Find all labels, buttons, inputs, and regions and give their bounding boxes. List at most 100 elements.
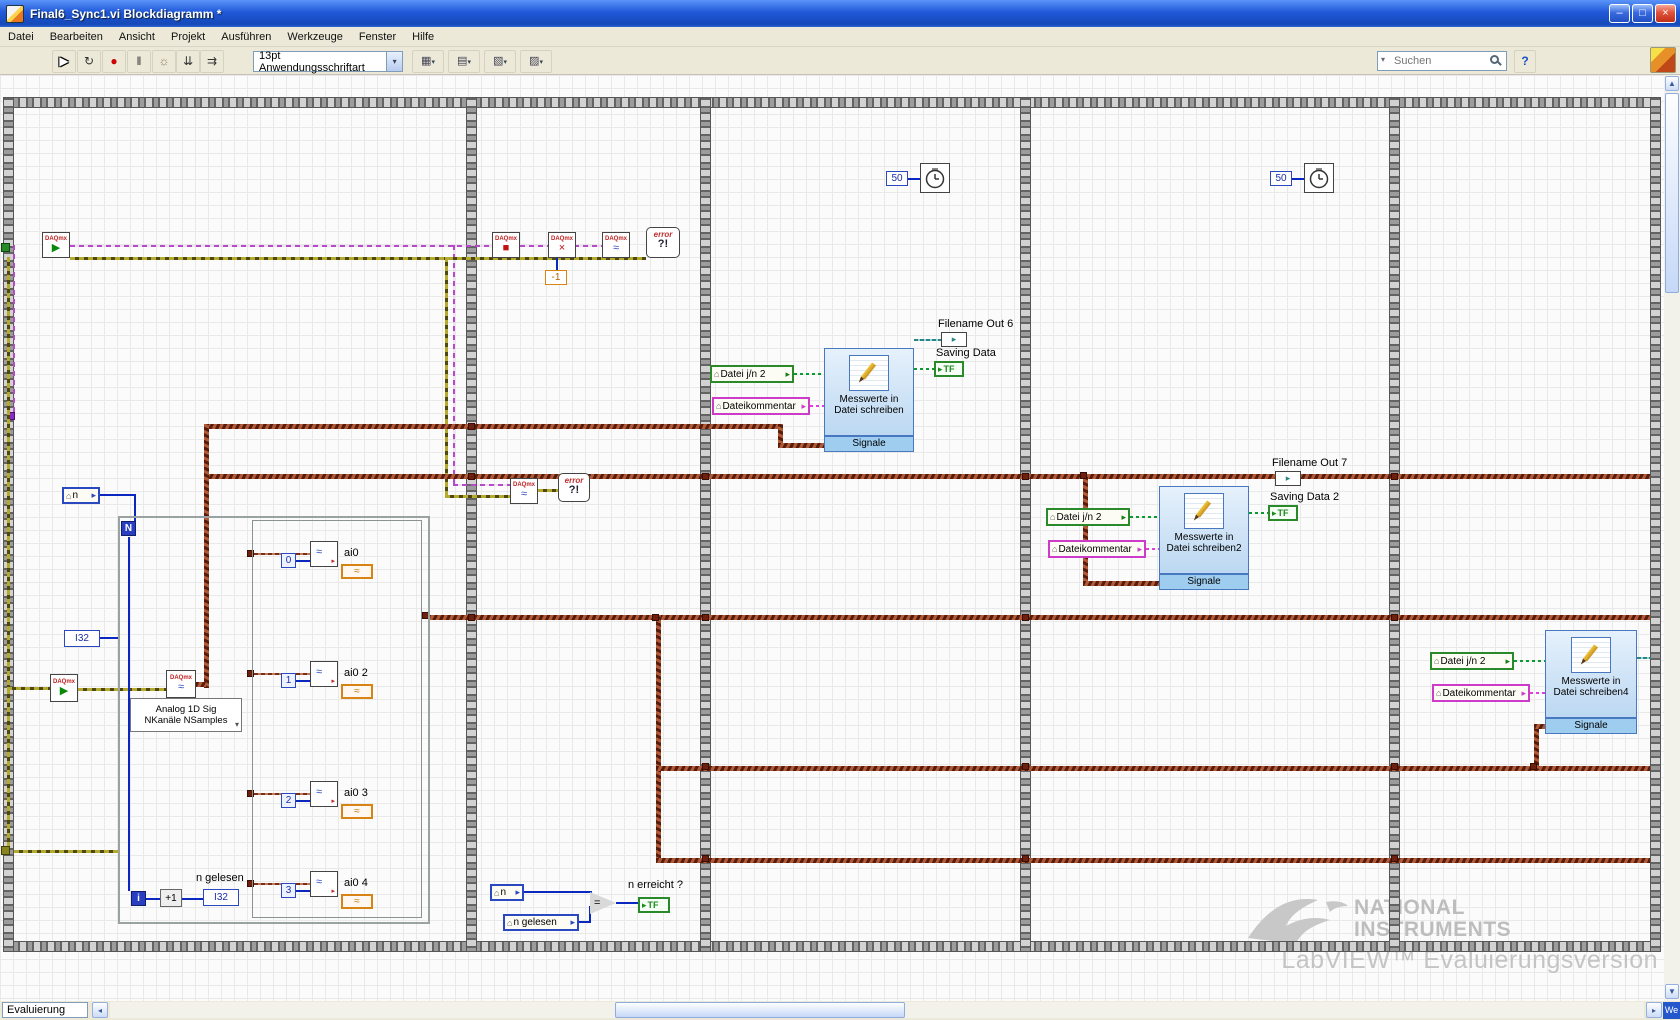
scroll-up-button[interactable]: ▲	[1665, 76, 1679, 91]
wire-boolean	[1249, 512, 1269, 514]
menu-bearbeiten[interactable]: Bearbeiten	[42, 29, 111, 45]
wait-ms-constant[interactable]: 50	[1270, 171, 1292, 186]
step-over-button[interactable]: ⇉	[200, 50, 224, 73]
saving-data-indicator[interactable]: ▸ TF	[1268, 505, 1298, 521]
menu-ansicht[interactable]: Ansicht	[111, 29, 163, 45]
minimize-button[interactable]: –	[1609, 4, 1630, 23]
help-button[interactable]: ?	[1514, 50, 1536, 73]
wait-ms-constant[interactable]: 50	[886, 171, 908, 186]
daqmx-stop-task-vi[interactable]: DAQmx ■	[492, 232, 520, 258]
waveform-indicator[interactable]: ≈	[341, 804, 373, 819]
datei-jn-control[interactable]: ⌂ Datei j/n 2 ▸	[710, 365, 794, 383]
menu-werkzeuge[interactable]: Werkzeuge	[279, 29, 350, 45]
pause-button[interactable]: ‖	[127, 50, 151, 73]
waveform-indicator[interactable]: ≈	[341, 564, 373, 579]
menu-datei[interactable]: Datei	[0, 29, 42, 45]
house-icon: ⌂	[494, 887, 500, 898]
menu-fenster[interactable]: Fenster	[351, 29, 404, 45]
n-reached-indicator[interactable]: ▸ TF	[638, 897, 670, 913]
step-into-button[interactable]: ⇊	[176, 50, 200, 73]
arrow-icon: ▸	[331, 678, 335, 685]
write-measurement-file-vi-4[interactable]: Messwerte in Datei schreiben4	[1545, 630, 1637, 718]
signale-input-row[interactable]: Signale	[1159, 574, 1249, 590]
waveform-indicator[interactable]: ≈	[341, 894, 373, 909]
waveform-indicator[interactable]: ≈	[341, 684, 373, 699]
search-scope-icon[interactable]: ▾	[1381, 55, 1385, 64]
tf-label: TF	[647, 900, 659, 910]
n-control[interactable]: ⌂ n ▸	[62, 487, 100, 504]
dateikommentar-control[interactable]: ⌂ Dateikommentar ▸	[712, 397, 810, 415]
wire-dynamic-data	[778, 443, 825, 448]
index-constant[interactable]: 1	[281, 673, 296, 688]
vi-title-line2: Datei schreiben4	[1553, 687, 1629, 698]
loop-iteration-terminal[interactable]: i	[131, 891, 146, 906]
convert-to-dynamic-icon[interactable]: ≈ ▸	[310, 541, 338, 567]
align-objects-button[interactable]: ▦▾	[412, 50, 444, 73]
write-measurement-file-vi-2[interactable]: Messwerte in Datei schreiben2	[1159, 486, 1249, 574]
maximize-button[interactable]: □	[1632, 4, 1653, 23]
wait-ms-vi[interactable]	[1304, 163, 1334, 193]
neg1-constant[interactable]: -1	[545, 270, 567, 285]
convert-to-dynamic-icon[interactable]: ≈ ▸	[310, 661, 338, 687]
daqmx-timing-vi[interactable]: DAQmx ≈	[602, 232, 630, 258]
i32-constant[interactable]: I32	[64, 630, 100, 647]
reorder-objects-button[interactable]: ▨▾	[520, 50, 552, 73]
font-selector[interactable]: 13pt Anwendungsschriftart ▾	[253, 50, 403, 74]
scroll-down-button[interactable]: ▼	[1665, 984, 1679, 999]
menu-projekt[interactable]: Projekt	[163, 29, 213, 45]
simple-error-handler-vi[interactable]: error ?!	[558, 473, 590, 502]
resize-objects-button[interactable]: ▧▾	[484, 50, 516, 73]
n-control[interactable]: ⌂ n ▸	[490, 884, 524, 901]
wait-ms-vi[interactable]	[920, 163, 950, 193]
daqmx-start-task-vi[interactable]: DAQmx ▶	[42, 232, 70, 258]
menu-ausfuehren[interactable]: Ausführen	[213, 29, 279, 45]
daqmx-read-vi[interactable]: DAQmx ≈	[510, 478, 538, 504]
vertical-scroll-thumb[interactable]	[1665, 93, 1679, 293]
convert-to-dynamic-icon[interactable]: ≈ ▸	[310, 871, 338, 897]
loop-count-terminal[interactable]: N	[121, 521, 136, 536]
search-input[interactable]	[1377, 51, 1507, 71]
close-button[interactable]: ×	[1655, 4, 1676, 23]
signale-input-row[interactable]: Signale	[1545, 718, 1637, 734]
arrow-icon: ▸	[1285, 473, 1291, 483]
filename-out-indicator[interactable]: ▸	[1275, 471, 1301, 486]
n-gelesen-control[interactable]: ⌂ n gelesen ▸	[503, 914, 579, 931]
daqmx-clear-task-vi[interactable]: DAQmx ×	[548, 232, 576, 258]
dateikommentar-control[interactable]: ⌂ Dateikommentar ▸	[1432, 684, 1530, 702]
index-constant[interactable]: 0	[281, 553, 296, 568]
index-constant[interactable]: 2	[281, 793, 296, 808]
menu-hilfe[interactable]: Hilfe	[404, 29, 442, 45]
horizontal-scroll-thumb[interactable]	[615, 1002, 905, 1018]
dateikommentar-control[interactable]: ⌂ Dateikommentar ▸	[1048, 540, 1146, 558]
datei-jn-control[interactable]: ⌂ Datei j/n 2 ▸	[1430, 652, 1514, 670]
scroll-left-button[interactable]: ◂	[92, 1002, 108, 1018]
run-continuous-button[interactable]: ↻	[77, 50, 101, 73]
increment-node[interactable]: +1	[160, 889, 182, 907]
menu-bar: Datei Bearbeiten Ansicht Projekt Ausführ…	[0, 27, 1680, 47]
execution-target-selector[interactable]: Evaluierung	[2, 1002, 88, 1018]
arrow-icon: ▸	[801, 400, 806, 411]
write-file-icon	[1184, 493, 1224, 529]
distribute-objects-button[interactable]: ▤▾	[448, 50, 480, 73]
filename-out-indicator[interactable]: ▸	[941, 332, 967, 347]
index-constant[interactable]: 3	[281, 883, 296, 898]
simple-error-handler-vi[interactable]: error ?!	[646, 227, 680, 258]
inner-structure[interactable]	[252, 520, 422, 918]
wire-dynamic-data	[204, 424, 780, 429]
convert-to-dynamic-icon[interactable]: ≈ ▸	[310, 781, 338, 807]
daqmx-read-polymorphic-vi[interactable]: DAQmx ≈	[166, 670, 196, 698]
n-read-indicator[interactable]: I32	[203, 889, 239, 906]
polymorphic-selector[interactable]: Analog 1D Sig NKanäle NSamples ▾	[130, 698, 242, 732]
signale-input-row[interactable]: Signale	[824, 436, 914, 452]
wire-task	[13, 245, 15, 416]
vi-title: Messwerte in Datei schreiben4	[1546, 676, 1636, 698]
datei-jn-control[interactable]: ⌂ Datei j/n 2 ▸	[1046, 508, 1130, 526]
daqmx-read-vi[interactable]: DAQmx ▶	[50, 674, 78, 702]
saving-data-indicator[interactable]: ▸ TF	[934, 361, 964, 377]
abort-button[interactable]: ●	[102, 50, 126, 73]
highlight-execution-button[interactable]: ☼	[152, 50, 176, 73]
write-measurement-file-vi[interactable]: Messwerte in Datei schreiben	[824, 348, 914, 436]
scroll-right-button[interactable]: ▸	[1646, 1002, 1662, 1018]
run-button[interactable]: ▶	[52, 50, 76, 73]
error-marks: ?!	[568, 484, 580, 496]
